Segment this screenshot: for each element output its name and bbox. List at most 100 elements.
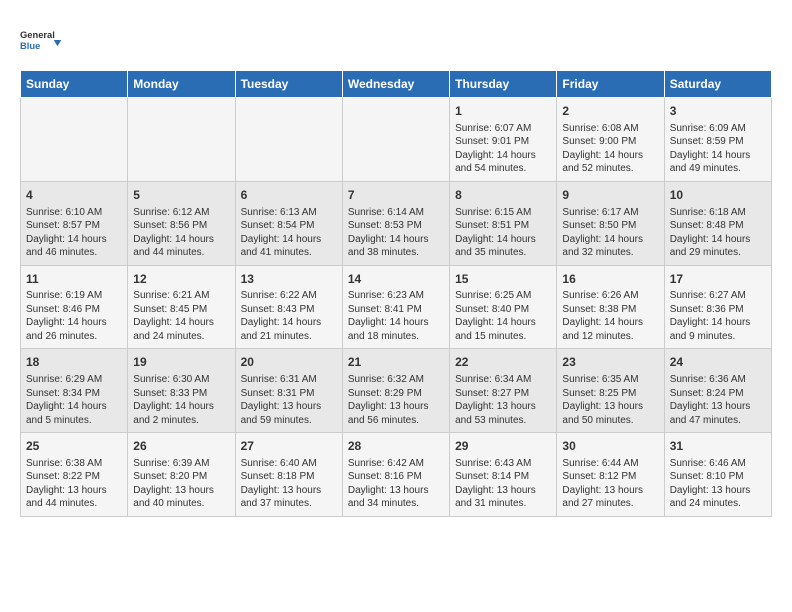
calendar-cell: 22 Sunrise: 6:34 AM Sunset: 8:27 PM Dayli… [450,349,557,433]
calendar-cell: 1 Sunrise: 6:07 AM Sunset: 9:01 PM Daylig… [450,98,557,182]
calendar-cell: 2 Sunrise: 6:08 AM Sunset: 9:00 PM Daylig… [557,98,664,182]
calendar-cell [128,98,235,182]
day-number: 2 [562,103,658,120]
calendar-cell: 21 Sunrise: 6:32 AM Sunset: 8:29 PM Dayli… [342,349,449,433]
logo-svg: General Blue [20,20,70,60]
day-info: Sunrise: 6:31 AM Sunset: 8:31 PM Dayligh… [241,373,337,427]
day-number: 26 [133,438,229,455]
day-number: 23 [562,354,658,371]
day-info: Sunrise: 6:25 AM Sunset: 8:40 PM Dayligh… [455,289,551,343]
day-number: 22 [455,354,551,371]
day-number: 7 [348,187,444,204]
calendar-cell: 7 Sunrise: 6:14 AM Sunset: 8:53 PM Daylig… [342,181,449,265]
header-monday: Monday [128,71,235,98]
calendar-cell: 11Sunrise: 6:19 AM Sunset: 8:46 PM Dayli… [21,265,128,349]
day-info: Sunrise: 6:21 AM Sunset: 8:45 PM Dayligh… [133,289,229,343]
calendar-cell: 24 Sunrise: 6:36 AM Sunset: 8:24 PM Dayli… [664,349,771,433]
day-info: Sunrise: 6:13 AM Sunset: 8:54 PM Dayligh… [241,206,337,260]
calendar-cell [342,98,449,182]
day-number: 17 [670,271,766,288]
day-number: 29 [455,438,551,455]
day-info: Sunrise: 6:22 AM Sunset: 8:43 PM Dayligh… [241,289,337,343]
calendar-cell: 17Sunrise: 6:27 AM Sunset: 8:36 PM Dayli… [664,265,771,349]
header-thursday: Thursday [450,71,557,98]
logo: General Blue [20,20,70,60]
day-number: 9 [562,187,658,204]
day-info: Sunrise: 6:44 AM Sunset: 8:12 PM Dayligh… [562,457,658,511]
day-info: Sunrise: 6:23 AM Sunset: 8:41 PM Dayligh… [348,289,444,343]
day-number: 28 [348,438,444,455]
day-number: 13 [241,271,337,288]
calendar-cell: 3 Sunrise: 6:09 AM Sunset: 8:59 PM Daylig… [664,98,771,182]
day-info: Sunrise: 6:35 AM Sunset: 8:25 PM Dayligh… [562,373,658,427]
day-number: 30 [562,438,658,455]
day-info: Sunrise: 6:32 AM Sunset: 8:29 PM Dayligh… [348,373,444,427]
day-info: Sunrise: 6:30 AM Sunset: 8:33 PM Dayligh… [133,373,229,427]
calendar-table: SundayMondayTuesdayWednesdayThursdayFrid… [20,70,772,517]
day-number: 24 [670,354,766,371]
day-info: Sunrise: 6:43 AM Sunset: 8:14 PM Dayligh… [455,457,551,511]
day-number: 25 [26,438,122,455]
day-number: 1 [455,103,551,120]
day-info: Sunrise: 6:08 AM Sunset: 9:00 PM Dayligh… [562,122,658,176]
calendar-cell: 30 Sunrise: 6:44 AM Sunset: 8:12 PM Dayli… [557,433,664,517]
calendar-cell: 13Sunrise: 6:22 AM Sunset: 8:43 PM Dayli… [235,265,342,349]
calendar-cell: 23 Sunrise: 6:35 AM Sunset: 8:25 PM Dayli… [557,349,664,433]
day-info: Sunrise: 6:14 AM Sunset: 8:53 PM Dayligh… [348,206,444,260]
calendar-cell: 16Sunrise: 6:26 AM Sunset: 8:38 PM Dayli… [557,265,664,349]
header-saturday: Saturday [664,71,771,98]
day-number: 4 [26,187,122,204]
calendar-cell: 14Sunrise: 6:23 AM Sunset: 8:41 PM Dayli… [342,265,449,349]
week-row-4: 18Sunrise: 6:29 AM Sunset: 8:34 PM Dayli… [21,349,772,433]
day-info: Sunrise: 6:09 AM Sunset: 8:59 PM Dayligh… [670,122,766,176]
day-number: 6 [241,187,337,204]
week-row-1: 1 Sunrise: 6:07 AM Sunset: 9:01 PM Daylig… [21,98,772,182]
calendar-cell: 5 Sunrise: 6:12 AM Sunset: 8:56 PM Daylig… [128,181,235,265]
day-info: Sunrise: 6:10 AM Sunset: 8:57 PM Dayligh… [26,206,122,260]
calendar-cell: 20Sunrise: 6:31 AM Sunset: 8:31 PM Dayli… [235,349,342,433]
day-info: Sunrise: 6:38 AM Sunset: 8:22 PM Dayligh… [26,457,122,511]
day-info: Sunrise: 6:17 AM Sunset: 8:50 PM Dayligh… [562,206,658,260]
header-wednesday: Wednesday [342,71,449,98]
week-row-2: 4 Sunrise: 6:10 AM Sunset: 8:57 PM Daylig… [21,181,772,265]
week-row-5: 25 Sunrise: 6:38 AM Sunset: 8:22 PM Dayli… [21,433,772,517]
day-info: Sunrise: 6:40 AM Sunset: 8:18 PM Dayligh… [241,457,337,511]
calendar-cell: 18Sunrise: 6:29 AM Sunset: 8:34 PM Dayli… [21,349,128,433]
svg-text:General: General [20,30,55,40]
day-number: 19 [133,354,229,371]
svg-text:Blue: Blue [20,41,40,51]
day-info: Sunrise: 6:34 AM Sunset: 8:27 PM Dayligh… [455,373,551,427]
calendar-cell: 29 Sunrise: 6:43 AM Sunset: 8:14 PM Dayli… [450,433,557,517]
calendar-cell: 8 Sunrise: 6:15 AM Sunset: 8:51 PM Daylig… [450,181,557,265]
day-info: Sunrise: 6:19 AM Sunset: 8:46 PM Dayligh… [26,289,122,343]
calendar-cell: 12Sunrise: 6:21 AM Sunset: 8:45 PM Dayli… [128,265,235,349]
day-info: Sunrise: 6:12 AM Sunset: 8:56 PM Dayligh… [133,206,229,260]
day-number: 5 [133,187,229,204]
calendar-cell: 25 Sunrise: 6:38 AM Sunset: 8:22 PM Dayli… [21,433,128,517]
day-number: 14 [348,271,444,288]
header-tuesday: Tuesday [235,71,342,98]
day-info: Sunrise: 6:42 AM Sunset: 8:16 PM Dayligh… [348,457,444,511]
calendar-cell: 9 Sunrise: 6:17 AM Sunset: 8:50 PM Daylig… [557,181,664,265]
day-info: Sunrise: 6:36 AM Sunset: 8:24 PM Dayligh… [670,373,766,427]
day-number: 18 [26,354,122,371]
calendar-cell [21,98,128,182]
day-number: 21 [348,354,444,371]
calendar-cell: 27Sunrise: 6:40 AM Sunset: 8:18 PM Dayli… [235,433,342,517]
day-number: 11 [26,271,122,288]
day-info: Sunrise: 6:27 AM Sunset: 8:36 PM Dayligh… [670,289,766,343]
calendar-cell: 15Sunrise: 6:25 AM Sunset: 8:40 PM Dayli… [450,265,557,349]
day-info: Sunrise: 6:15 AM Sunset: 8:51 PM Dayligh… [455,206,551,260]
calendar-cell: 19 Sunrise: 6:30 AM Sunset: 8:33 PM Dayli… [128,349,235,433]
day-number: 8 [455,187,551,204]
calendar-header-row: SundayMondayTuesdayWednesdayThursdayFrid… [21,71,772,98]
day-number: 3 [670,103,766,120]
day-info: Sunrise: 6:07 AM Sunset: 9:01 PM Dayligh… [455,122,551,176]
calendar-cell: 26 Sunrise: 6:39 AM Sunset: 8:20 PM Dayli… [128,433,235,517]
day-info: Sunrise: 6:39 AM Sunset: 8:20 PM Dayligh… [133,457,229,511]
calendar-cell: 6 Sunrise: 6:13 AM Sunset: 8:54 PM Daylig… [235,181,342,265]
day-number: 12 [133,271,229,288]
page-header: General Blue [20,20,772,60]
header-friday: Friday [557,71,664,98]
day-info: Sunrise: 6:46 AM Sunset: 8:10 PM Dayligh… [670,457,766,511]
